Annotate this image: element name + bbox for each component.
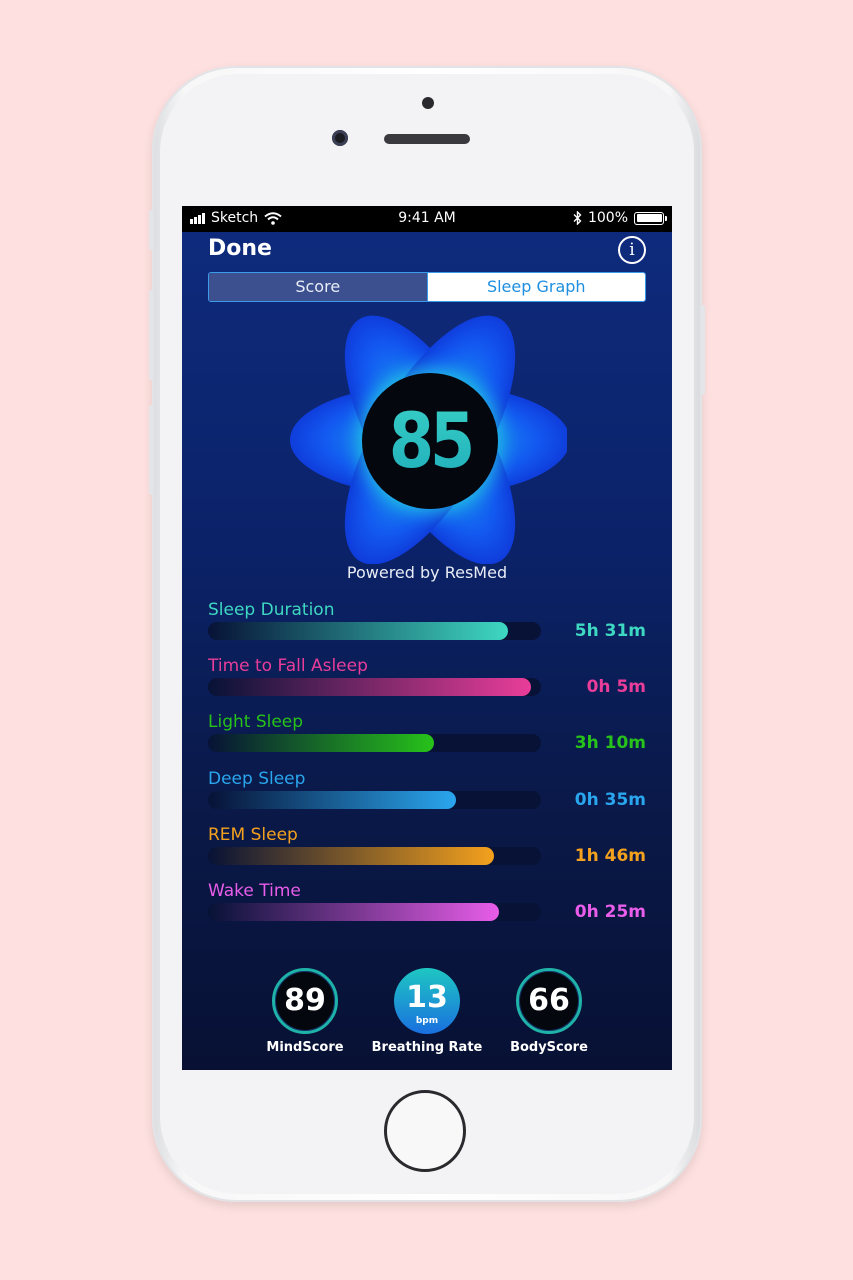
info-icon[interactable]: i: [618, 236, 646, 264]
volume-down-button: [149, 405, 153, 495]
metric-value: 0h 35m: [574, 790, 646, 810]
metric-wake-time[interactable]: Wake Time 0h 25m: [208, 881, 646, 931]
powered-by-text: Powered by ResMed: [346, 563, 508, 582]
metric-rem-sleep[interactable]: REM Sleep 1h 46m: [208, 825, 646, 875]
metric-bar-fill: [208, 903, 500, 921]
mute-switch: [149, 210, 153, 250]
sleep-score-value: 85: [389, 373, 476, 509]
tab-score[interactable]: Score: [209, 273, 428, 301]
bodyscore-gauge[interactable]: 66: [516, 968, 582, 1034]
metric-bar-track: [208, 903, 541, 921]
sleep-score-circle: 85: [362, 373, 498, 509]
volume-up-button: [149, 290, 153, 380]
metric-light-sleep[interactable]: Light Sleep 3h 10m: [208, 712, 646, 762]
metric-label: Light Sleep: [208, 712, 304, 732]
power-button: [701, 305, 705, 395]
done-button[interactable]: Done: [208, 236, 272, 261]
metric-value: 3h 10m: [574, 733, 646, 753]
tab-sleep-graph[interactable]: Sleep Graph: [427, 273, 645, 301]
metric-bar-track: [208, 678, 541, 696]
bodyscore-label: BodyScore: [510, 1040, 588, 1055]
bluetooth-icon: [573, 211, 582, 225]
bodyscore-value: 66: [528, 983, 570, 1018]
metric-label: Time to Fall Asleep: [208, 656, 368, 676]
sub-scores: 89 MindScore 13 bpm Breathing Rate 66 Bo…: [182, 966, 672, 1066]
segmented-control: Score Sleep Graph: [208, 272, 646, 302]
metric-bar-track: [208, 847, 541, 865]
mindscore-value: 89: [284, 983, 326, 1018]
metric-label: Sleep Duration: [208, 600, 335, 620]
metric-bar-fill: [208, 622, 508, 640]
metric-value: 1h 46m: [574, 846, 646, 866]
metric-label: REM Sleep: [208, 825, 298, 845]
battery-percent: 100%: [587, 210, 628, 226]
metric-bar-fill: [208, 678, 531, 696]
metric-sleep-duration[interactable]: Sleep Duration 5h 31m: [208, 600, 646, 650]
metric-deep-sleep[interactable]: Deep Sleep 0h 35m: [208, 769, 646, 819]
metric-value: 5h 31m: [574, 621, 646, 641]
metric-bar-fill: [208, 791, 457, 809]
metric-bar-track: [208, 791, 541, 809]
sensor-dot: [422, 97, 434, 109]
metric-bar-track: [208, 734, 541, 752]
app-screen: Sketch 9:41 AM 100% Done i Score Sleep G…: [182, 206, 672, 1070]
home-button[interactable]: [384, 1090, 466, 1172]
status-right: 100%: [573, 210, 667, 226]
mindscore-gauge[interactable]: 89: [272, 968, 338, 1034]
front-camera: [332, 130, 348, 146]
metric-value: 0h 25m: [574, 902, 646, 922]
status-bar: Sketch 9:41 AM 100%: [182, 206, 672, 232]
earpiece-speaker: [384, 134, 470, 144]
metric-bar-fill: [208, 847, 495, 865]
metric-label: Wake Time: [208, 881, 301, 901]
metric-label: Deep Sleep: [208, 769, 306, 789]
mindscore-label: MindScore: [266, 1040, 344, 1055]
metric-bar-track: [208, 622, 541, 640]
sleep-score-graphic: 85: [287, 314, 567, 564]
metric-time-to-fall-asleep[interactable]: Time to Fall Asleep 0h 5m: [208, 656, 646, 706]
metric-value: 0h 5m: [586, 677, 646, 697]
breathing-rate-label: Breathing Rate: [371, 1040, 483, 1055]
breathing-rate-unit: bpm: [415, 1016, 439, 1026]
metric-bar-fill: [208, 734, 435, 752]
battery-icon: [634, 211, 667, 225]
breathing-rate-gauge[interactable]: 13 bpm: [394, 968, 460, 1034]
